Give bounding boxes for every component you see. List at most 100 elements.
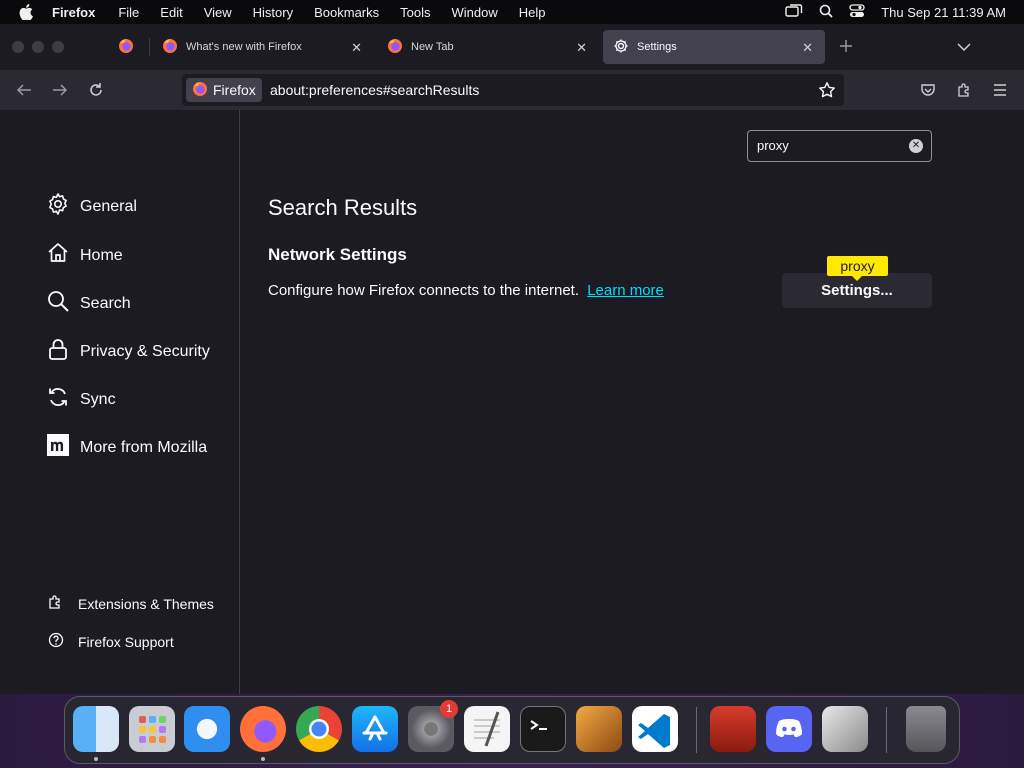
tab-separator: [149, 38, 150, 56]
notification-badge: 1: [440, 700, 458, 718]
gear-icon: [613, 38, 629, 57]
sidebar-item-privacy-security[interactable]: Privacy & Security: [46, 337, 210, 366]
tab-pinned-firefox[interactable]: [108, 30, 148, 64]
sidebar-item-label: Extensions & Themes: [78, 595, 214, 612]
menu-app-firefox[interactable]: Firefox: [52, 5, 95, 20]
sidebar-item-home[interactable]: Home: [46, 241, 123, 270]
sidebar-item-label: Firefox Support: [78, 633, 174, 650]
tab-close-icon[interactable]: ✕: [351, 40, 362, 56]
running-indicator: [261, 757, 265, 761]
identity-label: Firefox: [213, 82, 256, 98]
sidebar-item-sync[interactable]: Sync: [46, 385, 116, 414]
search-icon: [46, 289, 80, 318]
description-text: Configure how Firefox connects to the in…: [268, 282, 580, 299]
tab-title: What's new with Firefox: [186, 41, 302, 53]
window-zoom-button[interactable]: [52, 41, 64, 53]
sidebar-item-label: Home: [80, 246, 123, 264]
network-settings-description: Configure how Firefox connects to the in…: [268, 282, 664, 299]
menu-window[interactable]: Window: [452, 5, 498, 20]
menu-tools[interactable]: Tools: [400, 5, 430, 20]
list-all-tabs-chevron-down-icon[interactable]: [956, 40, 972, 58]
forward-arrow-icon[interactable]: [50, 80, 70, 100]
settings-search-box[interactable]: ✕: [747, 130, 932, 162]
macos-dock: 1: [64, 696, 960, 764]
clear-search-icon[interactable]: ✕: [909, 139, 923, 153]
photo-theater-pro-icon[interactable]: [710, 706, 756, 752]
identity-box[interactable]: Firefox: [186, 78, 262, 102]
lock-icon: [46, 337, 80, 366]
menu-file[interactable]: File: [118, 5, 139, 20]
navigation-toolbar: Firefox about:preferences#searchResults: [0, 70, 1024, 110]
system-preferences-icon[interactable]: 1: [408, 700, 458, 752]
gear-icon: [46, 192, 80, 221]
menubar-clock[interactable]: Thu Sep 21 11:39 AM: [881, 5, 1006, 20]
tab-strip: What's new with Firefox ✕ New Tab ✕ Sett…: [0, 24, 1024, 70]
learn-more-link[interactable]: Learn more: [587, 282, 664, 299]
launchpad-icon[interactable]: [129, 706, 175, 752]
tab-title: Settings: [637, 41, 677, 53]
sidebar-item-label: More from Mozilla: [80, 438, 208, 456]
window-minimize-button[interactable]: [32, 41, 44, 53]
page-title: Search Results: [268, 195, 418, 220]
spotlight-search-icon[interactable]: [819, 4, 833, 21]
discord-icon[interactable]: [766, 706, 812, 752]
extensions-puzzle-icon[interactable]: [954, 80, 974, 100]
tab-settings[interactable]: Settings ✕: [603, 30, 825, 64]
sidebar-item-label: Search: [80, 294, 131, 312]
apple-menu-icon[interactable]: [0, 4, 52, 20]
menu-bookmarks[interactable]: Bookmarks: [314, 5, 379, 20]
sync-icon: [46, 385, 80, 414]
tab-close-icon[interactable]: ✕: [576, 40, 587, 56]
reload-icon[interactable]: [86, 80, 106, 100]
settings-main-pane: ✕ Search Results Network Settings Config…: [241, 110, 1024, 695]
vscode-icon[interactable]: [632, 706, 678, 752]
sidebar-item-label: General: [80, 197, 137, 215]
menu-view[interactable]: View: [204, 5, 232, 20]
firefox-icon: [192, 81, 208, 100]
back-arrow-icon[interactable]: [14, 80, 34, 100]
firefox-icon: [387, 38, 403, 57]
tab-title: New Tab: [411, 41, 454, 53]
firefox-icon: [118, 38, 134, 57]
dock-separator: [886, 707, 887, 753]
terminal-icon[interactable]: [520, 706, 566, 752]
safari-icon[interactable]: [184, 706, 230, 752]
trash-icon[interactable]: [906, 706, 946, 752]
screens-icon[interactable]: [785, 3, 803, 21]
new-tab-plus-icon[interactable]: [838, 38, 854, 59]
search-highlight-tooltip: proxy: [827, 256, 888, 281]
tab-new-tab[interactable]: New Tab ✕: [377, 30, 599, 64]
tab-whats-new[interactable]: What's new with Firefox ✕: [152, 30, 374, 64]
garageband-guitar-icon[interactable]: [576, 706, 622, 752]
sidebar-item-general[interactable]: General: [46, 192, 137, 221]
control-center-icon[interactable]: [849, 3, 865, 21]
textedit-icon[interactable]: [464, 706, 510, 752]
sidebar-item-firefox-support[interactable]: Firefox Support: [48, 632, 174, 651]
window-close-button[interactable]: [12, 41, 24, 53]
chrome-icon[interactable]: [296, 706, 342, 752]
firefox-icon: [162, 38, 178, 57]
app-store-icon[interactable]: [352, 706, 398, 752]
home-icon: [46, 241, 80, 270]
running-indicator: [94, 757, 98, 761]
url-bar[interactable]: Firefox about:preferences#searchResults: [182, 74, 844, 106]
menu-help[interactable]: Help: [519, 5, 546, 20]
sidebar-item-more-from-mozilla[interactable]: More from Mozilla: [46, 433, 207, 462]
pocket-icon[interactable]: [918, 80, 938, 100]
disk-utility-icon[interactable]: [822, 706, 868, 752]
mozilla-icon: [46, 433, 80, 462]
menu-edit[interactable]: Edit: [160, 5, 182, 20]
finder-icon[interactable]: [73, 706, 119, 752]
settings-search-input[interactable]: [757, 138, 907, 153]
dock-separator: [696, 707, 697, 753]
firefox-dock-icon[interactable]: [240, 706, 286, 752]
tab-close-icon[interactable]: ✕: [802, 40, 813, 56]
menu-history[interactable]: History: [253, 5, 293, 20]
settings-sidebar: General Home Search Privacy & Security S…: [0, 110, 240, 695]
sidebar-item-extensions-themes[interactable]: Extensions & Themes: [48, 594, 214, 613]
sidebar-item-search[interactable]: Search: [46, 289, 131, 318]
hamburger-menu-icon[interactable]: [990, 80, 1010, 100]
url-text[interactable]: about:preferences#searchResults: [270, 82, 479, 98]
bookmark-star-icon[interactable]: [818, 81, 836, 104]
network-settings-heading: Network Settings: [268, 245, 407, 264]
